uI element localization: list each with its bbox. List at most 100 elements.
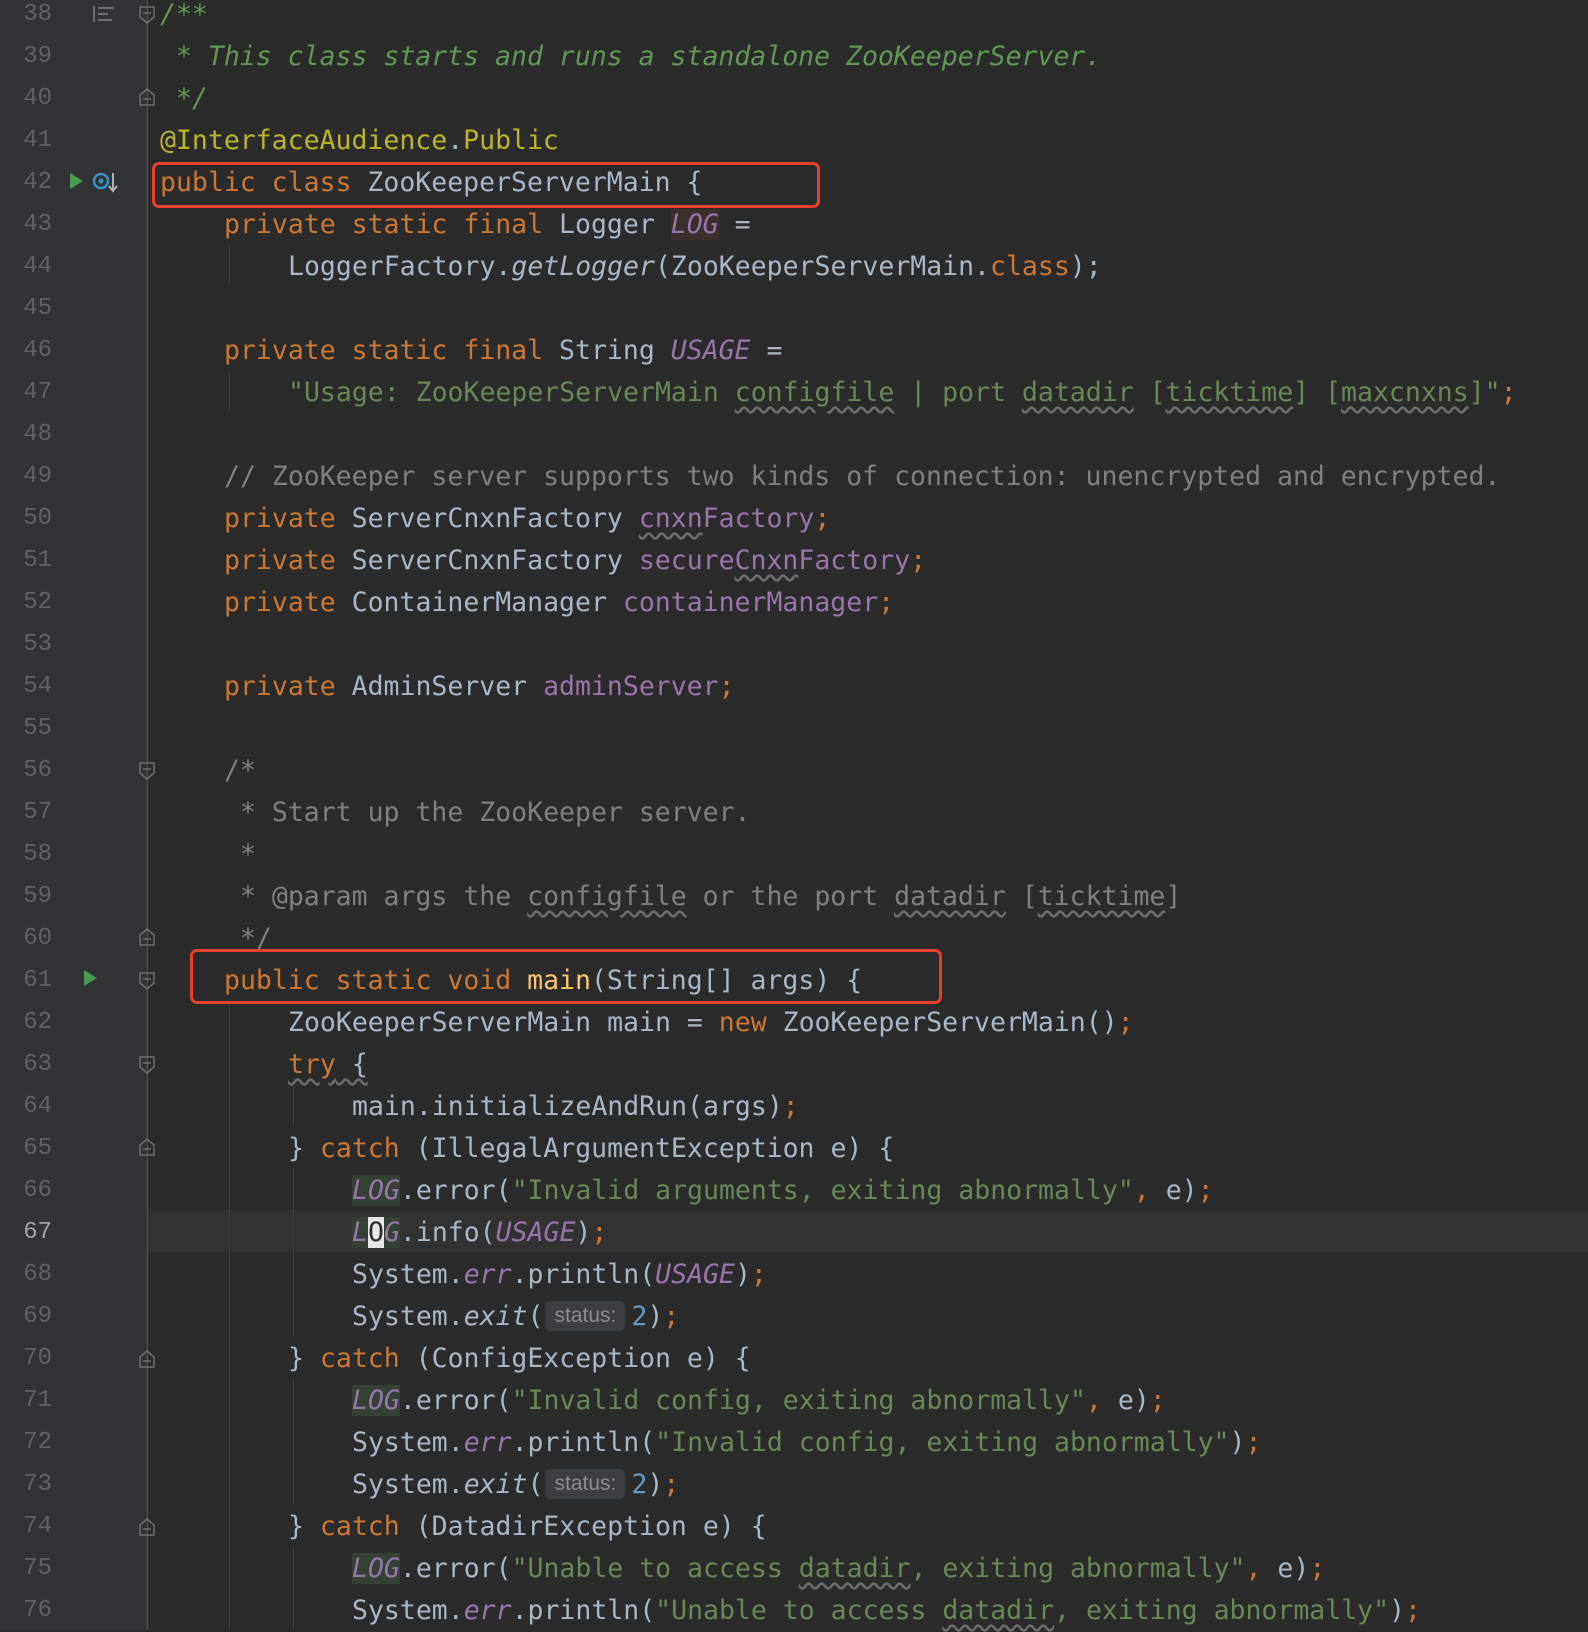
line-number[interactable]: 75 — [0, 1548, 52, 1590]
line-number[interactable]: 45 — [0, 288, 52, 330]
line-number[interactable]: 58 — [0, 834, 52, 876]
indent-guide — [293, 1378, 294, 1504]
line-number[interactable]: 74 — [0, 1506, 52, 1548]
line-number[interactable]: 52 — [0, 582, 52, 624]
line-number[interactable]: 55 — [0, 708, 52, 750]
line-number[interactable]: 76 — [0, 1590, 52, 1632]
line-number[interactable]: 39 — [0, 36, 52, 78]
code-line-49[interactable]: // ZooKeeper server supports two kinds o… — [224, 456, 1500, 498]
code-line-75[interactable]: LOG.error("Unable to access datadir, exi… — [352, 1548, 1325, 1590]
line-number[interactable]: 61 — [0, 960, 52, 1002]
line-number[interactable]: 66 — [0, 1170, 52, 1212]
code-line-39[interactable]: * This class starts and runs a standalon… — [160, 36, 1101, 78]
line-number[interactable]: 59 — [0, 876, 52, 918]
code-line-72[interactable]: System.err.println("Invalid config, exit… — [352, 1422, 1261, 1464]
static-field: USAGE — [655, 1259, 735, 1290]
fold-icon[interactable] — [139, 928, 155, 946]
code-text: ZooKeeperServerMain() — [782, 1007, 1118, 1038]
code-text: System. — [352, 1301, 464, 1332]
semicolon: ; — [910, 545, 927, 576]
code-line-71[interactable]: LOG.error("Invalid config, exiting abnor… — [352, 1380, 1166, 1422]
code-line-46[interactable]: private static final String USAGE = — [224, 330, 782, 372]
code-line-54[interactable]: private AdminServer adminServer; — [224, 666, 735, 708]
line-number[interactable]: 46 — [0, 330, 52, 372]
operator: = — [718, 209, 751, 240]
line-number[interactable]: 69 — [0, 1296, 52, 1338]
line-number[interactable]: 70 — [0, 1338, 52, 1380]
code-line-68[interactable]: System.err.println(USAGE); — [352, 1254, 767, 1296]
line-number[interactable]: 43 — [0, 204, 52, 246]
code-line-43[interactable]: private static final Logger LOG = — [224, 204, 751, 246]
fold-icon[interactable] — [139, 1518, 155, 1536]
line-number[interactable]: 38 — [0, 0, 52, 36]
line-number[interactable]: 51 — [0, 540, 52, 582]
keyword: private static final — [224, 209, 560, 240]
line-number[interactable]: 53 — [0, 624, 52, 666]
code-line-40[interactable]: */ — [160, 78, 208, 120]
code-line-44[interactable]: LoggerFactory.getLogger(ZooKeeperServerM… — [288, 246, 1102, 288]
code-line-52[interactable]: private ContainerManager containerManage… — [224, 582, 894, 624]
fold-icon[interactable] — [139, 972, 155, 990]
code-text: main.initializeAndRun(args) — [352, 1091, 783, 1122]
code-line-56[interactable]: /* — [224, 750, 256, 792]
fold-icon[interactable] — [139, 1138, 155, 1156]
code-line-74[interactable]: } catch (DatadirException e) { — [288, 1506, 767, 1548]
line-number[interactable]: 49 — [0, 456, 52, 498]
implemented-by-icon[interactable] — [92, 171, 118, 197]
line-number[interactable]: 56 — [0, 750, 52, 792]
line-number[interactable]: 57 — [0, 792, 52, 834]
fold-icon[interactable] — [139, 6, 155, 24]
line-number[interactable]: 60 — [0, 918, 52, 960]
semicolon: ; — [782, 1091, 799, 1122]
line-number[interactable]: 54 — [0, 666, 52, 708]
line-number[interactable]: 48 — [0, 414, 52, 456]
code-line-63[interactable]: try { — [288, 1044, 368, 1086]
line-number[interactable]: 65 — [0, 1128, 52, 1170]
code-line-47[interactable]: "Usage: ZooKeeperServerMain configfile |… — [288, 372, 1517, 414]
line-number[interactable]: 40 — [0, 78, 52, 120]
code-line-59[interactable]: * @param args the configfile or the port… — [224, 876, 1181, 918]
code-line-64[interactable]: main.initializeAndRun(args); — [352, 1086, 799, 1128]
fold-icon[interactable] — [139, 1350, 155, 1368]
code-text: { — [335, 1049, 368, 1080]
code-line-65[interactable]: } catch (IllegalArgumentException e) { — [288, 1128, 894, 1170]
annotation: @InterfaceAudience — [160, 125, 448, 156]
line-number[interactable]: 42 — [0, 162, 52, 204]
run-gutter-icon[interactable] — [68, 171, 84, 195]
line-comment: // ZooKeeper server supports two kinds o… — [224, 461, 1501, 492]
run-gutter-icon[interactable] — [82, 968, 98, 992]
structure-icon[interactable] — [92, 4, 116, 28]
line-number[interactable]: 73 — [0, 1464, 52, 1506]
code-line-67[interactable]: LOG.info(USAGE); — [352, 1212, 607, 1254]
keyword: catch — [319, 1133, 416, 1164]
code-line-70[interactable]: } catch (ConfigException e) { — [288, 1338, 751, 1380]
code-line-57[interactable]: * Start up the ZooKeeper server. — [224, 792, 751, 834]
code-editor[interactable]: 38 39 40 41 42 43 44 45 46 47 48 49 50 51 52 53 54 55 56 57… — [0, 0, 1588, 1630]
code-line-58[interactable]: * — [224, 834, 256, 876]
line-number[interactable]: 63 — [0, 1044, 52, 1086]
fold-icon[interactable] — [139, 88, 155, 106]
line-number[interactable]: 68 — [0, 1254, 52, 1296]
fold-icon[interactable] — [139, 762, 155, 780]
line-number[interactable]: 44 — [0, 246, 52, 288]
line-number[interactable]: 71 — [0, 1380, 52, 1422]
code-line-62[interactable]: ZooKeeperServerMain main = new ZooKeeper… — [288, 1002, 1134, 1044]
code-line-51[interactable]: private ServerCnxnFactory secureCnxnFact… — [224, 540, 926, 582]
line-number[interactable]: 72 — [0, 1422, 52, 1464]
code-line-41[interactable]: @InterfaceAudience.Public — [160, 120, 559, 162]
field: containerManager — [622, 587, 879, 618]
line-number[interactable]: 47 — [0, 372, 52, 414]
code-line-50[interactable]: private ServerCnxnFactory cnxnFactory; — [224, 498, 830, 540]
line-number[interactable]: 64 — [0, 1086, 52, 1128]
line-number[interactable]: 62 — [0, 1002, 52, 1044]
code-line-69[interactable]: System.exit(status: 2); — [352, 1296, 679, 1338]
code-line-38[interactable]: /** — [160, 0, 208, 36]
fold-icon[interactable] — [139, 1056, 155, 1074]
string: "Usage: ZooKeeperServerMain — [288, 377, 735, 408]
line-number[interactable]: 67 — [0, 1212, 52, 1254]
code-line-73[interactable]: System.exit(status: 2); — [352, 1464, 679, 1506]
line-number[interactable]: 50 — [0, 498, 52, 540]
code-line-76[interactable]: System.err.println("Unable to access dat… — [352, 1590, 1421, 1632]
code-line-66[interactable]: LOG.error("Invalid arguments, exiting ab… — [352, 1170, 1214, 1212]
line-number[interactable]: 41 — [0, 120, 52, 162]
